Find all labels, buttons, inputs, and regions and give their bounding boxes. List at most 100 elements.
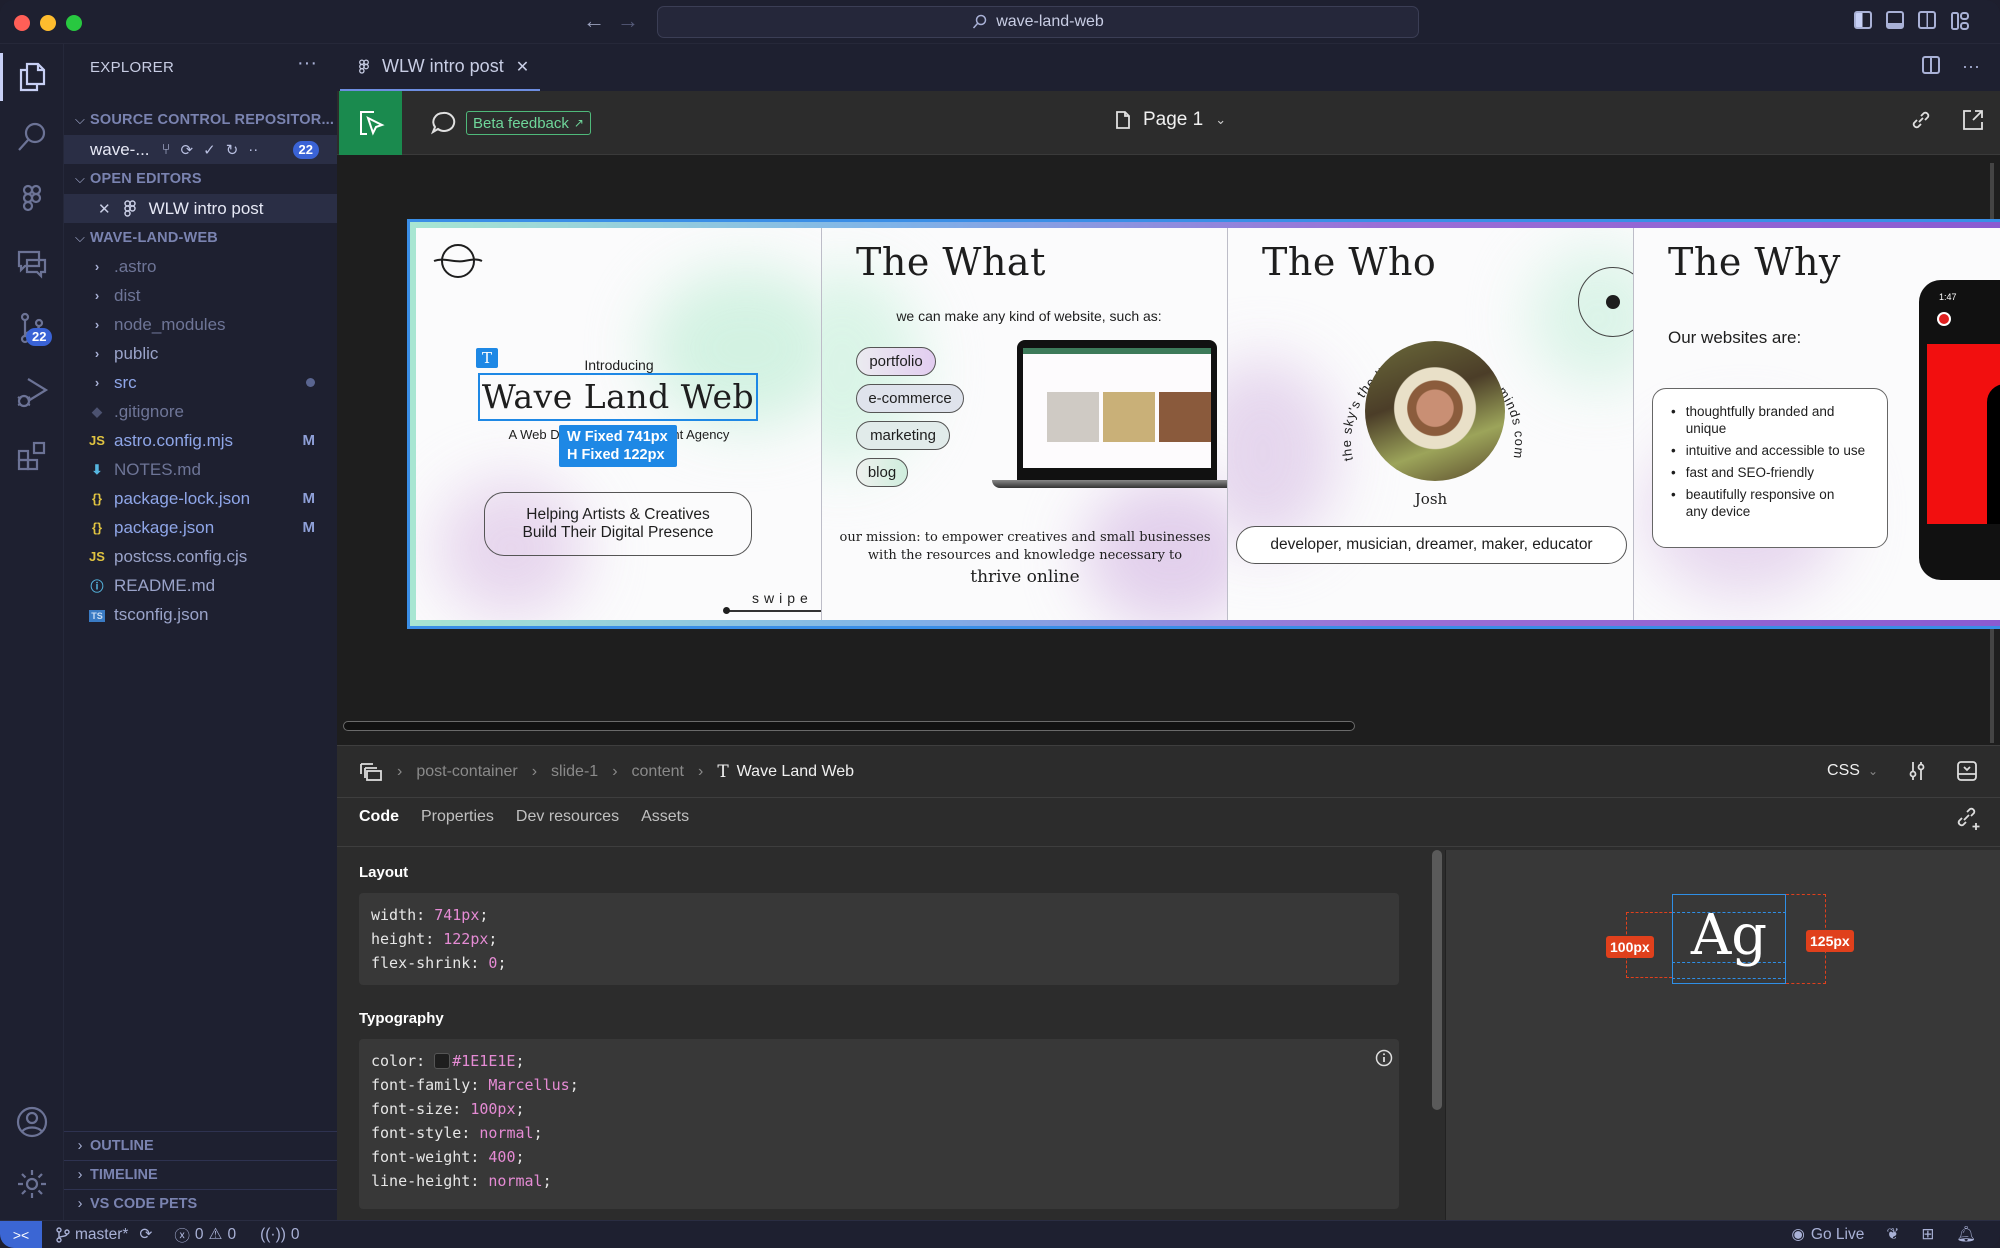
refresh-icon[interactable]: ↻ bbox=[226, 141, 239, 159]
file-tsconfig[interactable]: TS tsconfig.json bbox=[64, 600, 337, 629]
forward-arrow-icon[interactable]: → bbox=[617, 8, 639, 34]
back-arrow-icon[interactable]: ← bbox=[583, 8, 605, 34]
file-package-lock[interactable]: {} package-lock.json M bbox=[64, 484, 337, 513]
file-postcss-config[interactable]: JS postcss.config.cjs bbox=[64, 542, 337, 571]
beta-feedback-button[interactable]: Beta feedback ↗ bbox=[466, 111, 591, 135]
file-notes[interactable]: ⬇ NOTES.md bbox=[64, 455, 337, 484]
activity-search[interactable] bbox=[0, 107, 64, 167]
toggle-primary-sidebar-icon[interactable] bbox=[1854, 11, 1872, 29]
tab-assets[interactable]: Assets bbox=[641, 808, 689, 826]
repo-row[interactable]: wave-... ⑂ ⟳ ✓ ↻ ·· 22 bbox=[64, 135, 337, 164]
collapse-panel-icon[interactable] bbox=[1956, 760, 1978, 782]
customize-layout-icon[interactable] bbox=[1950, 11, 1970, 31]
section-source-control[interactable]: ⌵ SOURCE CONTROL REPOSITOR... bbox=[64, 106, 337, 134]
open-in-figma-icon[interactable] bbox=[1962, 109, 1984, 131]
tab-code[interactable]: Code bbox=[359, 808, 399, 826]
select-tool-button[interactable] bbox=[339, 91, 402, 155]
swipe-dot bbox=[723, 607, 730, 614]
wave-land-web-title[interactable]: Wave Land Web bbox=[478, 373, 758, 421]
section-outline[interactable]: › OUTLINE bbox=[64, 1131, 337, 1160]
folder-astro[interactable]: › .astro bbox=[64, 252, 337, 281]
color-swatch[interactable] bbox=[434, 1053, 451, 1069]
file-readme[interactable]: ⓘ README.md bbox=[64, 571, 337, 600]
tab-wlw-intro-post[interactable]: WLW intro post ✕ bbox=[340, 44, 540, 91]
more-icon[interactable]: ·· bbox=[248, 141, 258, 158]
maximize-window-button[interactable] bbox=[66, 15, 82, 31]
canvas-horizontal-scrollbar[interactable] bbox=[343, 721, 1355, 731]
benefit-item: • thoughtfully branded and unique bbox=[1671, 404, 1835, 436]
section-wave-land-web[interactable]: ⌵ WAVE-LAND-WEB bbox=[64, 224, 337, 252]
branch-status[interactable]: master* ⟳ bbox=[56, 1225, 152, 1244]
remote-indicator[interactable]: >< bbox=[0, 1220, 42, 1248]
slide-2[interactable]: The What we can make any kind of website… bbox=[822, 228, 1228, 620]
go-live-button[interactable]: ◉ Go Live bbox=[1791, 1225, 1864, 1244]
open-editor-item[interactable]: ✕ WLW intro post bbox=[64, 194, 337, 223]
js-file-icon: JS bbox=[89, 433, 105, 448]
settings-sliders-icon[interactable] bbox=[1908, 760, 1926, 782]
commit-check-icon[interactable]: ✓ bbox=[203, 141, 216, 159]
file-astro-config[interactable]: JS astro.config.mjs M bbox=[64, 426, 337, 455]
minimize-window-button[interactable] bbox=[40, 15, 56, 31]
activity-extensions[interactable] bbox=[0, 426, 64, 486]
code-pane-scrollbar[interactable] bbox=[1432, 850, 1442, 1110]
slide-3[interactable]: The Who the sky's the limit when creativ… bbox=[1228, 228, 1634, 620]
toggle-secondary-sidebar-icon[interactable] bbox=[1918, 11, 1936, 29]
app-logo bbox=[1937, 312, 1951, 326]
sync-icon[interactable]: ⟳ bbox=[139, 1225, 152, 1244]
problems-status[interactable]: ⓧ 0 ⚠ 0 bbox=[174, 1224, 236, 1246]
breadcrumb-post-container[interactable]: post-container bbox=[416, 763, 517, 781]
activity-accounts[interactable] bbox=[0, 1092, 64, 1152]
breadcrumb-content[interactable]: content bbox=[632, 763, 684, 781]
post-container-frame[interactable]: T Introducing Wave Land Web A Web Design… bbox=[407, 219, 2000, 629]
folder-public[interactable]: › public bbox=[64, 339, 337, 368]
tab-properties[interactable]: Properties bbox=[421, 808, 494, 826]
slides-row: T Introducing Wave Land Web A Web Design… bbox=[416, 228, 2000, 620]
toggle-panel-icon[interactable] bbox=[1886, 11, 1904, 29]
pets-squirrel-icon[interactable]: ❦ bbox=[1886, 1225, 1899, 1244]
copilot-icon[interactable]: ⊞ bbox=[1921, 1225, 1934, 1244]
more-actions-icon[interactable]: ··· bbox=[1962, 56, 1980, 77]
activity-manage[interactable] bbox=[0, 1154, 64, 1214]
breadcrumb-current: T Wave Land Web bbox=[717, 761, 855, 782]
sync-icon[interactable]: ⟳ bbox=[181, 141, 194, 159]
layout-heading: Layout bbox=[359, 864, 409, 881]
folder-src[interactable]: › src bbox=[64, 368, 337, 397]
add-link-icon[interactable] bbox=[1956, 806, 1982, 832]
layers-icon[interactable] bbox=[359, 762, 383, 782]
more-actions-icon[interactable]: ··· bbox=[297, 52, 317, 75]
notifications-bell-icon[interactable]: 🔔︎ bbox=[1956, 1225, 1976, 1244]
folder-node-modules[interactable]: › node_modules bbox=[64, 310, 337, 339]
file-gitignore[interactable]: ◆ .gitignore bbox=[64, 397, 337, 426]
language-select[interactable]: CSS ⌄ bbox=[1827, 762, 1878, 780]
copy-link-icon[interactable] bbox=[1910, 109, 1932, 131]
slide-4[interactable]: The Why Our websites are: • thoughtfully … bbox=[1634, 228, 2000, 620]
typography-code-block[interactable]: color: #1E1E1E; font-family: Marcellus; … bbox=[359, 1039, 1399, 1209]
ports-status[interactable]: ((·)) 0 bbox=[260, 1226, 299, 1244]
page-selector[interactable]: Page 1 ⌄ bbox=[1115, 109, 1226, 131]
close-tab-icon[interactable]: ✕ bbox=[516, 57, 529, 77]
section-timeline[interactable]: › TIMELINE bbox=[64, 1160, 337, 1189]
branch-icon[interactable]: ⑂ bbox=[162, 141, 171, 158]
split-editor-icon[interactable] bbox=[1922, 56, 1941, 74]
introducing-label: Introducing bbox=[584, 357, 654, 373]
command-center-search[interactable]: wave-land-web bbox=[657, 6, 1419, 38]
section-vscode-pets[interactable]: › VS CODE PETS bbox=[64, 1189, 337, 1218]
info-icon[interactable] bbox=[1375, 1049, 1393, 1067]
design-canvas[interactable]: T Introducing Wave Land Web A Web Design… bbox=[337, 155, 2000, 745]
activity-source-control[interactable]: 22 bbox=[0, 298, 64, 358]
file-package-json[interactable]: {} package.json M bbox=[64, 513, 337, 542]
activity-figma[interactable] bbox=[0, 170, 64, 230]
section-open-editors[interactable]: ⌵ OPEN EDITORS bbox=[64, 165, 337, 193]
folder-dist[interactable]: › dist bbox=[64, 281, 337, 310]
layout-code-block[interactable]: width: 741px; height: 122px; flex-shrink… bbox=[359, 893, 1399, 985]
slide-1[interactable]: T Introducing Wave Land Web A Web Design… bbox=[416, 228, 822, 620]
tab-dev-resources[interactable]: Dev resources bbox=[516, 808, 619, 826]
comment-bubble-icon bbox=[430, 111, 456, 135]
close-window-button[interactable] bbox=[14, 15, 30, 31]
activity-explorer[interactable] bbox=[0, 47, 64, 107]
activity-comments[interactable] bbox=[0, 233, 64, 293]
activity-run-debug[interactable] bbox=[0, 362, 64, 422]
close-editor-icon[interactable]: ✕ bbox=[98, 200, 111, 218]
comment-tool-button[interactable] bbox=[413, 91, 473, 155]
breadcrumb-slide-1[interactable]: slide-1 bbox=[551, 763, 598, 781]
